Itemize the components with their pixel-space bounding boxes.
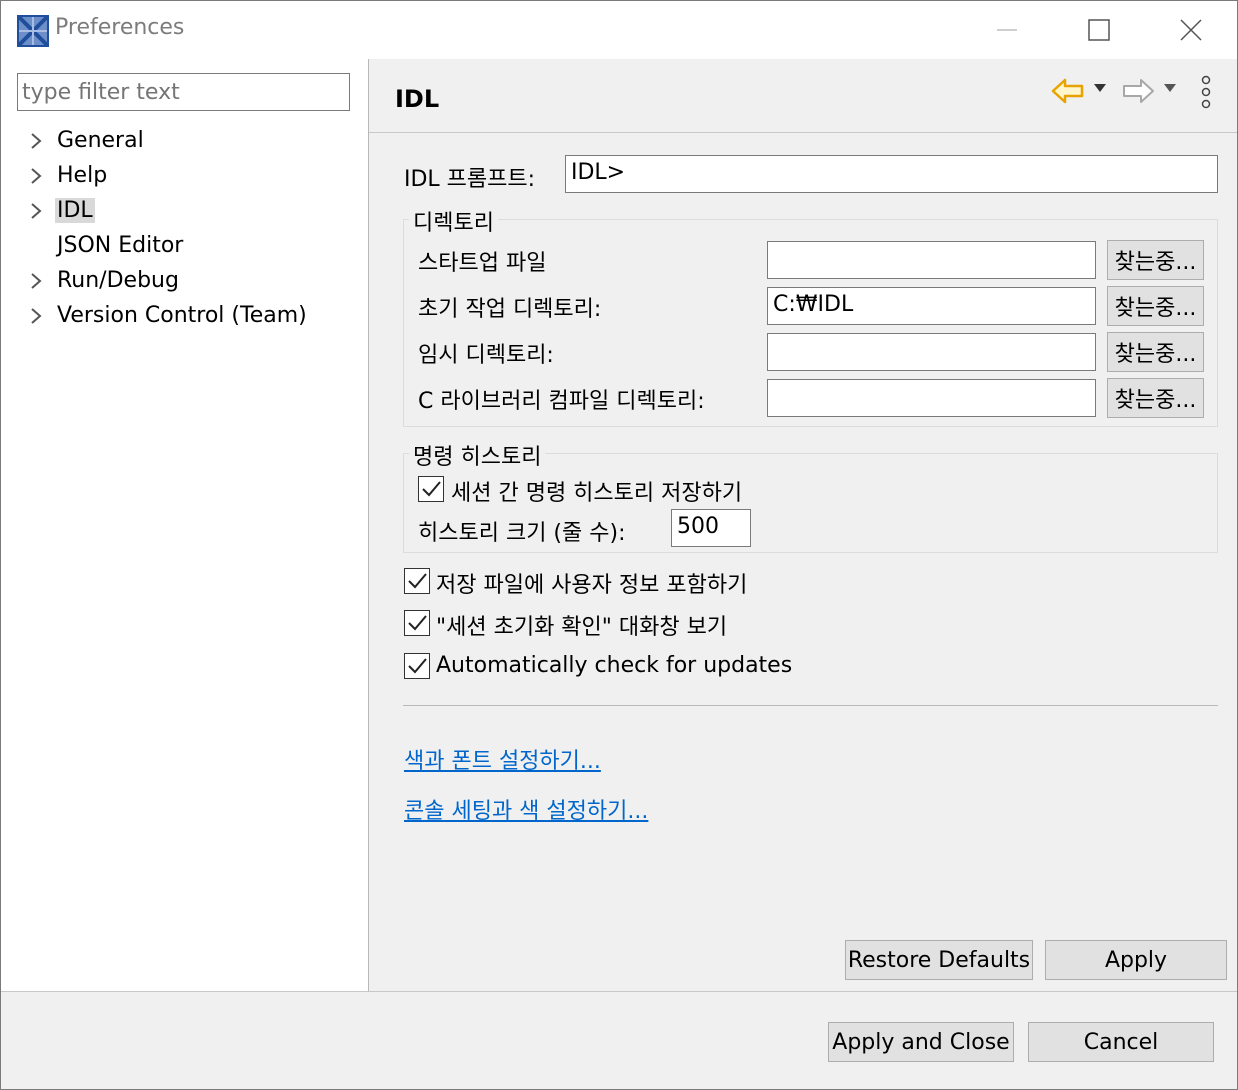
directory-group-title: 디렉토리 <box>409 205 498 237</box>
checkmark-icon <box>422 481 441 497</box>
window-title: Preferences <box>55 15 185 40</box>
history-size-input[interactable]: 500 <box>671 509 751 547</box>
preference-page: IDL IDL 프롬프트: IDL> 디렉토리 스타트업 파일 찾는중... 초… <box>369 59 1237 991</box>
apply-button[interactable]: Apply <box>1045 940 1227 980</box>
tree-item-label: Help <box>57 163 108 188</box>
forward-dropdown-icon[interactable] <box>1163 83 1177 93</box>
startup-file-input[interactable] <box>767 241 1096 279</box>
temp-directory-input[interactable] <box>767 333 1096 371</box>
tree-item-label: General <box>57 128 144 153</box>
checkmark-icon <box>408 658 427 674</box>
view-menu-icon[interactable] <box>1199 75 1213 109</box>
confirm-reset-checkbox[interactable] <box>404 610 430 636</box>
tree-item-label: Version Control (Team) <box>57 303 307 328</box>
chevron-right-icon[interactable] <box>25 200 47 222</box>
initial-directory-input[interactable]: C:₩IDL <box>767 287 1096 325</box>
save-history-checkbox[interactable] <box>418 476 444 502</box>
preference-navigation-panel: General Help IDL JSON Editor Run/Debug V… <box>1 59 369 991</box>
tree-item-label: Run/Debug <box>57 268 179 293</box>
tree-item-json-editor[interactable]: JSON Editor <box>25 228 309 263</box>
chevron-right-icon[interactable] <box>25 165 47 187</box>
tree-item-label: IDL <box>55 198 95 223</box>
preference-tree: General Help IDL JSON Editor Run/Debug V… <box>25 123 309 333</box>
check-updates-checkbox[interactable] <box>404 653 430 679</box>
confirm-reset-label: "세션 초기화 확인" 대화창 보기 <box>436 615 728 640</box>
initial-directory-label: 초기 작업 디렉토리: <box>418 297 602 322</box>
temp-directory-browse-button[interactable]: 찾는중... <box>1107 332 1204 372</box>
apply-and-close-button[interactable]: Apply and Close <box>828 1022 1014 1062</box>
dialog-button-bar: Apply and Close Cancel <box>1 991 1237 1089</box>
check-updates-label: Automatically check for updates <box>436 653 793 678</box>
idl-prompt-label: IDL 프롬프트: <box>404 167 536 192</box>
cancel-button[interactable]: Cancel <box>1028 1022 1214 1062</box>
include-user-info-checkbox[interactable] <box>404 568 430 594</box>
chevron-right-icon[interactable] <box>25 270 47 292</box>
minimize-button[interactable] <box>961 1 1053 59</box>
minimize-icon <box>997 29 1017 31</box>
maximize-button[interactable] <box>1053 1 1145 59</box>
separator <box>403 705 1218 706</box>
save-history-label: 세션 간 명령 히스토리 저장하기 <box>451 481 743 506</box>
history-size-label: 히스토리 크기 (줄 수): <box>418 521 626 546</box>
temp-directory-label: 임시 디렉토리: <box>418 343 554 368</box>
preferences-window: Preferences General Help IDL <box>0 0 1238 1090</box>
tree-item-idl[interactable]: IDL <box>25 193 309 228</box>
c-library-directory-browse-button[interactable]: 찾는중... <box>1107 378 1204 418</box>
checkmark-icon <box>408 573 427 589</box>
include-user-info-label: 저장 파일에 사용자 정보 포함하기 <box>436 573 748 598</box>
tree-item-run-debug[interactable]: Run/Debug <box>25 263 309 298</box>
checkmark-icon <box>408 615 427 631</box>
filter-input[interactable] <box>17 73 350 111</box>
maximize-icon <box>1088 19 1110 41</box>
console-settings-link[interactable]: 콘솔 세팅과 색 설정하기... <box>404 793 648 825</box>
page-title: IDL <box>395 85 440 113</box>
startup-file-label: 스타트업 파일 <box>418 251 547 276</box>
eclipse-app-icon <box>17 15 49 47</box>
chevron-right-icon[interactable] <box>25 305 47 327</box>
forward-arrow-icon[interactable] <box>1121 77 1155 105</box>
colors-fonts-link[interactable]: 색과 폰트 설정하기... <box>404 743 601 775</box>
close-button[interactable] <box>1145 1 1237 59</box>
chevron-right-icon[interactable] <box>25 130 47 152</box>
c-library-directory-input[interactable] <box>767 379 1096 417</box>
c-library-directory-label: C 라이브러리 컴파일 디렉토리: <box>418 389 705 414</box>
tree-item-version-control[interactable]: Version Control (Team) <box>25 298 309 333</box>
idl-prompt-input[interactable]: IDL> <box>565 155 1218 193</box>
page-header: IDL <box>369 59 1237 133</box>
back-arrow-icon[interactable] <box>1051 77 1085 105</box>
back-dropdown-icon[interactable] <box>1093 83 1107 93</box>
initial-directory-browse-button[interactable]: 찾는중... <box>1107 286 1204 326</box>
title-bar: Preferences <box>1 1 1237 59</box>
startup-file-browse-button[interactable]: 찾는중... <box>1107 240 1204 280</box>
close-icon <box>1180 19 1202 41</box>
tree-item-label: JSON Editor <box>57 233 184 258</box>
tree-item-help[interactable]: Help <box>25 158 309 193</box>
restore-defaults-button[interactable]: Restore Defaults <box>845 940 1033 980</box>
history-group-title: 명령 히스토리 <box>409 439 546 471</box>
tree-item-general[interactable]: General <box>25 123 309 158</box>
